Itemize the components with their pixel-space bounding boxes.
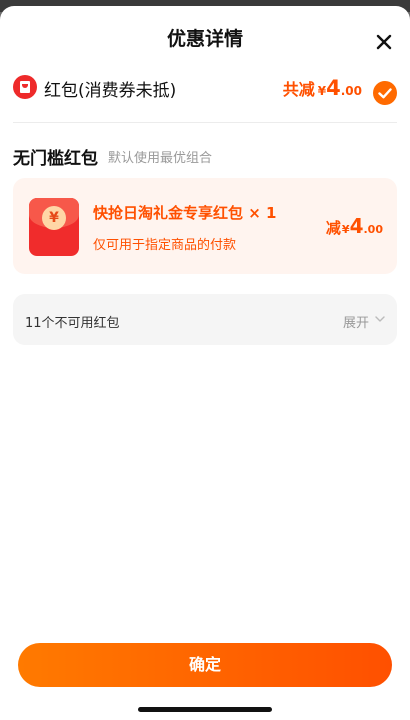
close-button[interactable] [370, 28, 398, 56]
coupon-name: 快抢日淘礼金专享红包 × 1 [93, 204, 277, 222]
unavailable-coupons-toggle[interactable]: 11个不可用红包 展开 [13, 294, 397, 345]
total-amount-decimal: .00 [340, 84, 362, 98]
coupon-amount-decimal: .00 [363, 223, 384, 236]
red-packet-label: 红包(消费券未抵) [44, 81, 177, 101]
coupon-currency: ¥ [341, 223, 350, 236]
confirm-button[interactable]: 确定 [18, 643, 392, 687]
coupon-amount-integer: 4 [349, 214, 364, 238]
coupon-amount: 减¥4.00 [326, 214, 383, 238]
section-title: 无门槛红包 [13, 149, 98, 169]
chevron-down-icon [375, 316, 385, 322]
currency-symbol: ¥ [317, 84, 327, 98]
section-subtitle: 默认使用最优组合 [108, 151, 213, 166]
discount-detail-sheet: 优惠详情 红包(消费券未抵) 共减 ¥4.00 无门槛红包 默认使用最优组合 ¥ … [0, 6, 410, 720]
divider [13, 122, 397, 123]
red-packet-row[interactable]: 红包(消费券未抵) 共减 ¥4.00 [0, 70, 410, 116]
red-envelope-icon: ¥ [29, 198, 79, 256]
home-indicator [138, 707, 272, 712]
selected-check-button[interactable] [373, 81, 397, 105]
coupon-card[interactable]: ¥ 快抢日淘礼金专享红包 × 1 仅可用于指定商品的付款 减¥4.00 [13, 178, 397, 274]
red-packet-icon [13, 75, 37, 99]
coupon-amount-label: 减 [325, 219, 341, 237]
coupon-description: 仅可用于指定商品的付款 [93, 238, 237, 253]
expand-label: 展开 [342, 316, 369, 331]
yuan-coin-icon: ¥ [42, 206, 66, 230]
total-reduction: 共减 ¥4.00 [283, 76, 362, 100]
total-amount-integer: 4 [326, 76, 341, 100]
unavailable-coupons-label: 11个不可用红包 [25, 316, 120, 331]
checkmark-icon [378, 88, 392, 99]
page-title: 优惠详情 [166, 28, 243, 50]
close-icon [376, 34, 392, 50]
total-reduction-label: 共减 [282, 80, 315, 99]
